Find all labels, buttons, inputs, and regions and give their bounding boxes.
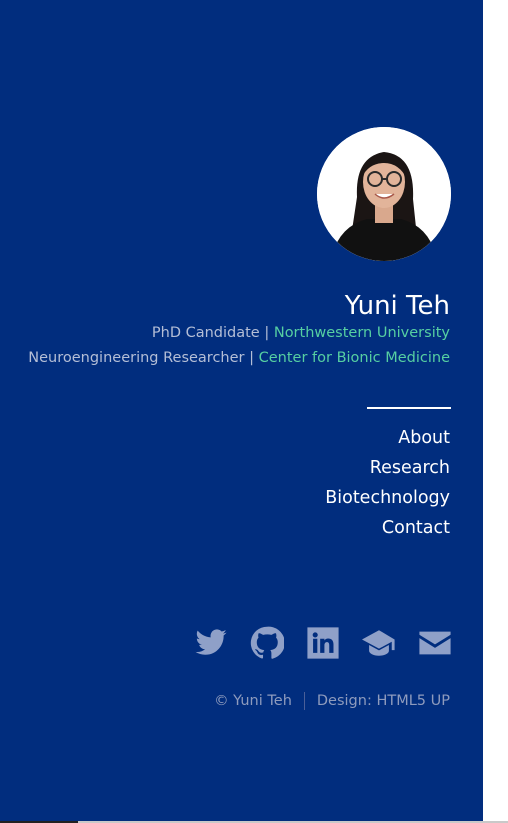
twitter-icon[interactable] <box>194 626 228 660</box>
profile-role: PhD Candidate <box>151 325 260 341</box>
section-divider <box>367 407 451 409</box>
profile-name: Yuni Teh <box>344 291 450 321</box>
profile-field: Neuroengineering Researcher <box>28 350 245 366</box>
bionic-medicine-link[interactable]: Center for Bionic Medicine <box>259 350 450 366</box>
profile-line-2: Neuroengineering Researcher | Center for… <box>28 348 450 368</box>
nav-item-contact[interactable]: Contact <box>325 513 450 543</box>
github-icon[interactable] <box>250 626 284 660</box>
nav-item-about[interactable]: About <box>325 423 450 453</box>
envelope-icon[interactable] <box>418 626 452 660</box>
graduation-cap-icon[interactable] <box>362 626 396 660</box>
footer: © Yuni Teh Design: HTML5 UP <box>214 691 450 711</box>
nav-item-biotechnology[interactable]: Biotechnology <box>325 483 450 513</box>
main-nav: About Research Biotechnology Contact <box>325 423 450 543</box>
linkedin-icon[interactable] <box>306 626 340 660</box>
footer-divider <box>303 692 305 710</box>
footer-design-credit[interactable]: Design: HTML5 UP <box>317 693 450 709</box>
social-icons <box>192 626 452 660</box>
nav-item-research[interactable]: Research <box>325 453 450 483</box>
separator: | <box>249 350 254 366</box>
profile-avatar <box>317 127 451 261</box>
footer-copyright: © Yuni Teh <box>214 693 292 709</box>
sidebar: Yuni Teh PhD Candidate | Northwestern Un… <box>0 0 483 823</box>
profile-line-1: PhD Candidate | Northwestern University <box>152 323 450 343</box>
northwestern-link[interactable]: Northwestern University <box>274 325 450 341</box>
separator: | <box>264 325 270 341</box>
